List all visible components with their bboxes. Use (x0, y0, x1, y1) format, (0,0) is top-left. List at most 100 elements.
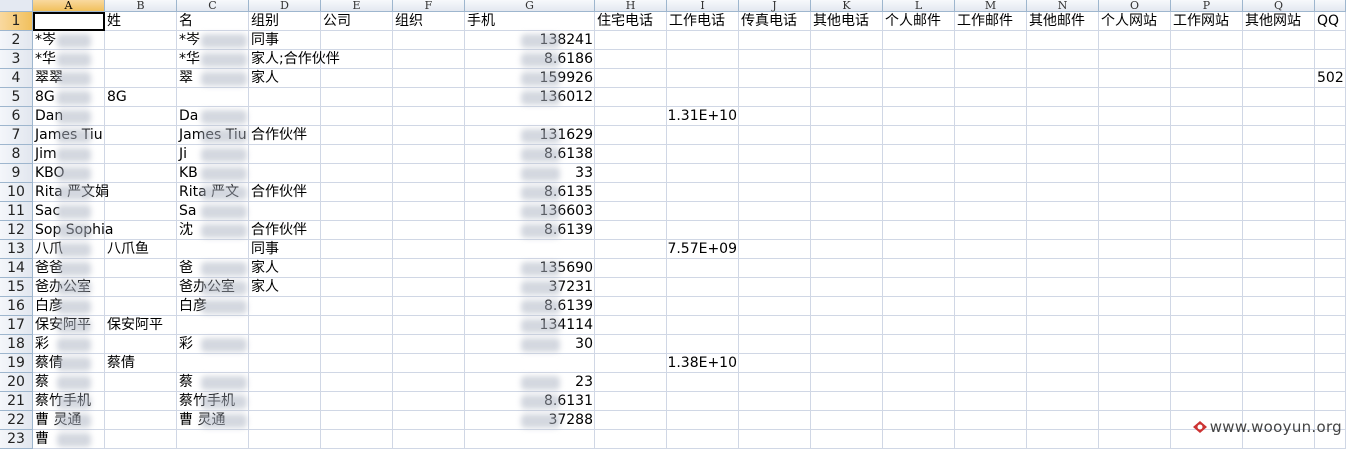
grid-cell[interactable] (1171, 278, 1243, 297)
grid-cell[interactable] (249, 373, 321, 392)
grid-cell[interactable] (1243, 316, 1315, 335)
grid-cell[interactable] (667, 297, 739, 316)
grid-cell[interactable] (105, 126, 177, 145)
grid-cell[interactable] (105, 335, 177, 354)
grid-cell[interactable] (1171, 297, 1243, 316)
grid-cell[interactable] (1027, 31, 1099, 50)
column-header-c[interactable]: C (177, 0, 249, 12)
grid-cell[interactable] (1243, 278, 1315, 297)
grid-cell[interactable] (667, 259, 739, 278)
grid-cell[interactable] (739, 50, 811, 69)
grid-cell[interactable] (105, 107, 177, 126)
grid-cell[interactable] (955, 69, 1027, 88)
row-header[interactable]: 23 (0, 430, 33, 449)
grid-cell[interactable] (811, 373, 883, 392)
grid-cell[interactable] (1243, 164, 1315, 183)
grid-cell[interactable] (1027, 354, 1099, 373)
grid-cell[interactable] (595, 88, 667, 107)
grid-cell[interactable] (739, 31, 811, 50)
grid-cell[interactable] (393, 31, 465, 50)
grid-cell[interactable] (1243, 183, 1315, 202)
grid-cell[interactable] (1243, 107, 1315, 126)
grid-cell[interactable] (1243, 335, 1315, 354)
grid-cell[interactable] (739, 221, 811, 240)
grid-cell[interactable] (595, 335, 667, 354)
grid-cell[interactable] (1243, 126, 1315, 145)
grid-cell[interactable] (393, 354, 465, 373)
grid-cell[interactable] (595, 126, 667, 145)
grid-cell[interactable] (883, 145, 955, 164)
row-header[interactable]: 21 (0, 392, 33, 411)
grid-cell[interactable] (393, 183, 465, 202)
grid-cell[interactable] (883, 69, 955, 88)
grid-cell[interactable] (393, 88, 465, 107)
row-header[interactable]: 10 (0, 183, 33, 202)
grid-cell[interactable] (883, 392, 955, 411)
grid-cell[interactable] (739, 335, 811, 354)
grid-cell[interactable] (1027, 164, 1099, 183)
grid-cell[interactable] (595, 183, 667, 202)
grid-cell[interactable] (105, 69, 177, 88)
row-header[interactable]: 19 (0, 354, 33, 373)
grid-cell[interactable] (811, 202, 883, 221)
grid-cell[interactable] (739, 316, 811, 335)
grid-cell[interactable] (667, 221, 739, 240)
grid-cell[interactable] (1315, 278, 1346, 297)
grid-cell[interactable] (249, 297, 321, 316)
grid-cell[interactable] (1315, 259, 1346, 278)
grid-cell[interactable] (1027, 107, 1099, 126)
grid-cell[interactable] (393, 373, 465, 392)
active-cell[interactable] (33, 12, 105, 31)
grid-cell[interactable] (811, 126, 883, 145)
grid-cell[interactable] (1243, 259, 1315, 278)
grid-cell[interactable] (1027, 430, 1099, 449)
grid-cell[interactable] (1171, 221, 1243, 240)
grid-cell[interactable] (1243, 31, 1315, 50)
grid-cell[interactable] (739, 430, 811, 449)
grid-cell[interactable] (1099, 88, 1171, 107)
grid-cell[interactable] (1099, 145, 1171, 164)
grid-cell[interactable] (1099, 107, 1171, 126)
row-header[interactable]: 13 (0, 240, 33, 259)
grid-cell[interactable] (595, 316, 667, 335)
grid-cell[interactable] (955, 126, 1027, 145)
grid-cell[interactable] (883, 202, 955, 221)
grid-cell[interactable] (883, 88, 955, 107)
grid-cell[interactable] (811, 107, 883, 126)
grid-cell[interactable] (1171, 126, 1243, 145)
grid-cell[interactable] (811, 316, 883, 335)
grid-cell[interactable] (739, 202, 811, 221)
grid-cell[interactable] (811, 164, 883, 183)
grid-cell[interactable] (1243, 392, 1315, 411)
grid-cell[interactable] (667, 50, 739, 69)
grid-cell[interactable] (177, 240, 249, 259)
grid-cell[interactable] (883, 107, 955, 126)
grid-cell[interactable] (105, 373, 177, 392)
grid-cell[interactable] (465, 430, 595, 449)
row-header[interactable]: 4 (0, 69, 33, 88)
column-header-j[interactable]: J (739, 0, 811, 12)
grid-cell[interactable] (739, 259, 811, 278)
grid-cell[interactable] (321, 107, 393, 126)
grid-cell[interactable] (1171, 69, 1243, 88)
grid-cell[interactable] (1027, 69, 1099, 88)
grid-cell[interactable] (1099, 31, 1171, 50)
grid-cell[interactable] (1243, 373, 1315, 392)
grid-cell[interactable] (1027, 145, 1099, 164)
grid-cell[interactable] (739, 373, 811, 392)
grid-cell[interactable] (1099, 259, 1171, 278)
grid-cell[interactable] (321, 335, 393, 354)
row-header[interactable]: 17 (0, 316, 33, 335)
row-header[interactable]: 3 (0, 50, 33, 69)
grid-cell[interactable] (105, 145, 177, 164)
grid-cell[interactable] (393, 316, 465, 335)
grid-cell[interactable] (811, 50, 883, 69)
grid-cell[interactable] (883, 316, 955, 335)
column-header-h[interactable]: H (595, 0, 667, 12)
grid-cell[interactable] (1243, 88, 1315, 107)
grid-cell[interactable] (955, 31, 1027, 50)
grid-cell[interactable] (1171, 316, 1243, 335)
grid-cell[interactable] (1099, 183, 1171, 202)
grid-cell[interactable] (1315, 183, 1346, 202)
grid-cell[interactable] (1315, 31, 1346, 50)
